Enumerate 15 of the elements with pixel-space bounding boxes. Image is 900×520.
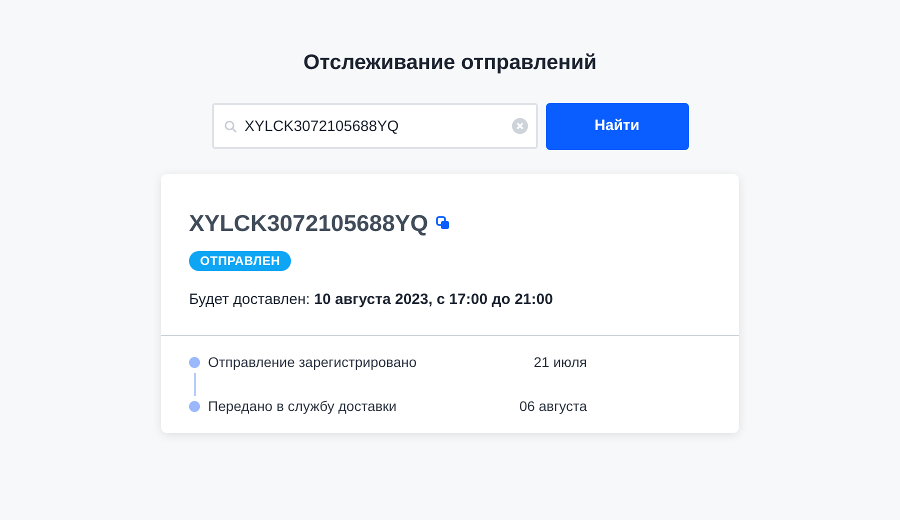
timeline-dot bbox=[189, 357, 200, 368]
event-date: 06 августа bbox=[519, 397, 587, 416]
search-field[interactable]: XYLCK3072105688YQ bbox=[212, 103, 538, 150]
event-date: 21 июля bbox=[534, 353, 587, 372]
event-label: Передано в службу доставки bbox=[208, 397, 398, 416]
status-label: ОТПРАВЛЕН bbox=[189, 250, 292, 271]
timeline-line bbox=[194, 373, 196, 396]
delivery-text: Будет доставлен: 10 августа 2023, с 17:00 до 21:00 bbox=[189, 290, 554, 310]
copy-icon[interactable] bbox=[436, 216, 450, 230]
event-label: Отправление зарегистрировано bbox=[208, 353, 418, 372]
search-button[interactable]: Найти bbox=[546, 103, 688, 150]
page-title: Отслеживание отправлений bbox=[303, 50, 597, 76]
timeline-dot bbox=[189, 401, 200, 412]
search-icon bbox=[224, 120, 236, 134]
tracking-number: XYLCK3072105688YQ bbox=[189, 209, 428, 238]
